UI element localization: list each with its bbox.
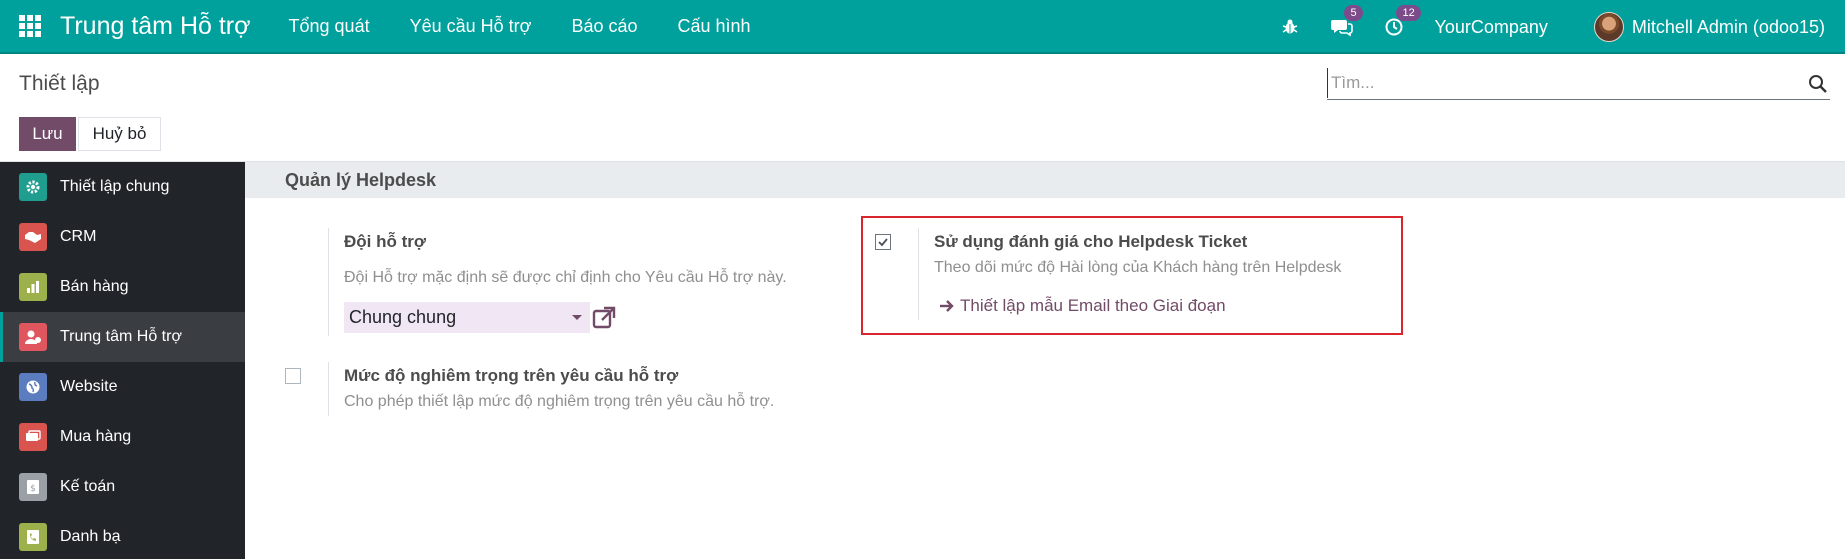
priority-setting-title: Mức độ nghiêm trọng trên yêu cầu hỗ trợ — [344, 366, 679, 385]
support-team-select[interactable]: Chung chung — [344, 302, 590, 333]
chevron-down-icon — [572, 315, 582, 320]
stage-email-templates-label: Thiết lập mẫu Email theo Giai đoạn — [960, 296, 1226, 315]
bug-icon[interactable] — [1278, 15, 1302, 39]
sidebar-item-helpdesk[interactable]: Trung tâm Hỗ trợ — [0, 312, 245, 362]
gear-icon — [19, 173, 47, 201]
priority-checkbox[interactable] — [285, 368, 301, 384]
sidebar-item-website[interactable]: Website — [0, 362, 245, 412]
cart-icon — [19, 423, 47, 451]
save-button[interactable]: Lưu — [19, 117, 76, 151]
messages-badge: 5 — [1344, 5, 1363, 21]
sidebar-item-label: CRM — [60, 228, 97, 245]
sidebar-item-crm[interactable]: CRM — [0, 212, 245, 262]
support-team-description: Đội Hỗ trợ mặc định sẽ được chỉ định cho… — [344, 269, 787, 286]
company-switcher[interactable]: YourCompany — [1434, 17, 1547, 38]
sidebar-item-contacts[interactable]: Danh bạ — [0, 512, 245, 559]
apps-menu-icon[interactable] — [19, 15, 41, 37]
sidebar-item-general-settings[interactable]: Thiết lập chung — [0, 162, 245, 212]
rating-setting-description: Theo dõi mức độ Hài lòng của Khách hàng … — [934, 259, 1342, 276]
menu-configuration[interactable]: Cấu hình — [678, 16, 751, 37]
globe-icon — [19, 373, 47, 401]
avatar — [1593, 12, 1624, 42]
sidebar-item-label: Website — [60, 378, 118, 395]
sidebar-item-label: Trung tâm Hỗ trợ — [60, 328, 182, 345]
page-title: Thiết lập — [19, 72, 100, 95]
sidebar-item-purchase[interactable]: Mua hàng — [0, 412, 245, 462]
menu-overview[interactable]: Tổng quát — [289, 16, 370, 37]
sidebar-item-label: Thiết lập chung — [60, 178, 170, 195]
top-navbar: Trung tâm Hỗ trợ Tổng quát Yêu cầu Hỗ tr… — [0, 0, 1845, 54]
helpdesk-icon — [19, 323, 47, 351]
rating-checkbox[interactable] — [875, 234, 891, 250]
arrow-right-icon — [940, 300, 954, 312]
support-team-selected-value: Chung chung — [349, 307, 457, 327]
sidebar-item-sales[interactable]: Bán hàng — [0, 262, 245, 312]
checkmark-icon — [878, 238, 888, 247]
section-header-bar — [245, 162, 1845, 198]
setting-divider — [328, 228, 329, 336]
external-link-icon[interactable] — [591, 305, 617, 331]
handshake-icon — [19, 223, 47, 251]
settings-sidebar: Thiết lập chung CRM Bán hàng Trung tâm H… — [0, 162, 245, 559]
chart-icon — [19, 273, 47, 301]
menu-reporting[interactable]: Báo cáo — [571, 16, 637, 37]
activities-badge: 12 — [1396, 5, 1421, 21]
section-title: Quản lý Helpdesk — [285, 170, 437, 190]
user-menu[interactable]: Mitchell Admin (odoo15) — [1593, 12, 1825, 42]
search-input[interactable] — [1327, 68, 1797, 98]
rating-setting-title: Sử dụng đánh giá cho Helpdesk Ticket — [934, 232, 1248, 251]
sidebar-item-label: Kế toán — [60, 478, 116, 495]
user-name: Mitchell Admin (odoo15) — [1631, 16, 1825, 37]
sidebar-item-accounting[interactable]: $ Kế toán — [0, 462, 245, 512]
search-icon[interactable] — [1808, 74, 1828, 94]
messages-icon[interactable]: 5 — [1330, 5, 1363, 39]
sidebar-item-label: Mua hàng — [60, 428, 132, 445]
activity-clock-icon[interactable]: 12 — [1382, 5, 1421, 39]
search-bar — [1327, 68, 1830, 100]
support-team-title: Đội hỗ trợ — [344, 232, 426, 251]
cancel-button[interactable]: Huỷ bỏ — [78, 117, 161, 151]
menu-tickets[interactable]: Yêu cầu Hỗ trợ — [410, 16, 532, 37]
invoice-icon: $ — [19, 473, 47, 501]
sidebar-item-label: Danh bạ — [60, 528, 121, 545]
sidebar-item-label: Bán hàng — [60, 278, 129, 295]
app-title[interactable]: Trung tâm Hỗ trợ — [60, 12, 251, 41]
priority-setting-description: Cho phép thiết lập mức độ nghiêm trọng t… — [344, 393, 775, 410]
contacts-icon — [19, 523, 47, 551]
setting-divider — [328, 362, 329, 416]
stage-email-templates-link[interactable]: Thiết lập mẫu Email theo Giai đoạn — [939, 296, 1226, 316]
svg-text:$: $ — [30, 484, 36, 494]
setting-divider — [918, 228, 919, 320]
